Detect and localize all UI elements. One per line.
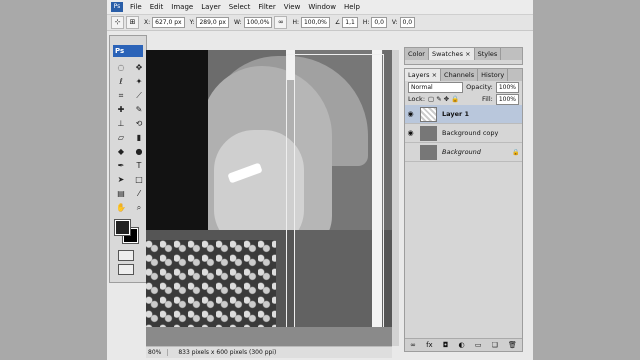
gradient-tool-icon[interactable]: ▮	[132, 132, 146, 143]
lock-icons[interactable]: ▢ ✎ ✥ 🔒	[428, 95, 459, 103]
tab-color[interactable]: Color	[405, 48, 429, 60]
notes-tool-icon[interactable]: ▤	[114, 188, 128, 199]
h-label: H:	[292, 19, 299, 26]
tab-styles[interactable]: Styles	[475, 48, 502, 60]
shape-tool-icon[interactable]: □	[132, 174, 146, 185]
app-logo: Ps	[111, 2, 123, 12]
link-icon[interactable]: ∞	[274, 16, 288, 29]
layers-panel-footer: ∞ fx ◘ ◐ ▭ ❏ 🗑	[405, 338, 522, 351]
menu-file[interactable]: File	[126, 3, 146, 11]
new-layer-icon[interactable]: ❏	[492, 339, 498, 351]
trash-icon[interactable]: 🗑	[508, 339, 517, 351]
pen-tool-icon[interactable]: ✒	[114, 160, 128, 171]
color-panel: Color Swatches × Styles	[404, 47, 523, 65]
toolbox-logo: Ps	[113, 45, 143, 57]
x-field[interactable]: 627,0 px	[152, 17, 185, 28]
eraser-tool-icon[interactable]: ▱	[114, 132, 128, 143]
layers-panel: Layers × Channels History Normal Opacity…	[404, 68, 523, 352]
quick-mask-icon[interactable]	[118, 250, 134, 261]
vskew-field[interactable]: 0,0	[399, 17, 416, 28]
menu-layer[interactable]: Layer	[197, 3, 225, 11]
eyedropper-icon[interactable]: ⁄	[132, 188, 146, 199]
menu-help[interactable]: Help	[340, 3, 364, 11]
move-tool-icon[interactable]: ✥	[132, 62, 146, 73]
tab-history[interactable]: History	[478, 69, 509, 81]
tab-layers[interactable]: Layers ×	[405, 69, 442, 81]
menu-image[interactable]: Image	[167, 3, 197, 11]
menu-window[interactable]: Window	[304, 3, 340, 11]
menu-filter[interactable]: Filter	[254, 3, 279, 11]
marquee-tool-icon[interactable]: ◌	[114, 62, 128, 73]
mask-icon[interactable]: ◘	[443, 339, 449, 351]
options-bar: ⊹ ⊞ X: 627,0 px Y: 289,0 px W: 100,0% ∞ …	[107, 15, 533, 31]
vskew-label: V:	[391, 19, 398, 26]
blend-mode-select[interactable]: Normal	[408, 81, 464, 93]
type-tool-icon[interactable]: T	[132, 160, 146, 171]
layer-thumbnail	[420, 125, 437, 141]
zoom-level[interactable]: 80%	[146, 349, 169, 356]
screen-mode-icon[interactable]	[118, 264, 134, 275]
hskew-field[interactable]: 0,0	[371, 17, 387, 28]
zoom-tool-icon[interactable]: ⌕	[132, 202, 146, 213]
transform-bounding-box[interactable]	[286, 54, 384, 327]
slice-tool-icon[interactable]: ⟋	[132, 90, 146, 101]
photo-image	[146, 50, 392, 327]
fill-label: Fill:	[481, 95, 493, 103]
adjustment-icon[interactable]: ◐	[459, 339, 465, 351]
menu-select[interactable]: Select	[225, 3, 255, 11]
clone-stamp-icon[interactable]: ⊥	[114, 118, 128, 129]
blur-tool-icon[interactable]: ◆	[114, 146, 128, 157]
document-canvas[interactable]	[146, 50, 392, 346]
path-select-icon[interactable]: ➤	[114, 174, 128, 185]
magic-wand-icon[interactable]: ✦	[132, 76, 146, 87]
healing-brush-icon[interactable]: ✚	[114, 104, 128, 115]
toolbox: Ps ◌ ✥ ℓ ✦ ⌗ ⟋ ✚ ✎ ⊥ ⟲ ▱ ▮ ◆ ● ✒ T ➤ □ ▤…	[109, 35, 147, 283]
layer-row[interactable]: ◉ Layer 1	[405, 105, 522, 124]
opacity-label: Opacity:	[466, 83, 493, 91]
y-field[interactable]: 289,0 px	[196, 17, 229, 28]
tab-swatches[interactable]: Swatches ×	[428, 48, 475, 60]
document-info: 833 pixels x 600 pixels (300 ppi)	[178, 349, 277, 356]
layer-thumbnail	[420, 144, 437, 160]
eye-icon[interactable]: ◉	[405, 110, 416, 118]
crop-tool-icon[interactable]: ⌗	[114, 90, 128, 101]
folder-icon[interactable]: ▭	[475, 339, 482, 351]
hskew-label: H:	[362, 19, 370, 26]
eye-icon[interactable]: ◉	[405, 129, 416, 137]
layer-name: Background	[442, 148, 481, 156]
fx-icon[interactable]: fx	[426, 339, 433, 351]
opacity-field[interactable]: 100%	[495, 81, 519, 93]
height-field[interactable]: 100,0%	[300, 17, 330, 28]
vertical-scrollbar[interactable]	[392, 50, 399, 346]
rotate-icon: ∠	[334, 19, 341, 26]
width-field[interactable]: 100,0%	[243, 17, 273, 28]
menu-edit[interactable]: Edit	[146, 3, 168, 11]
fill-field[interactable]: 100%	[495, 93, 519, 105]
hand-tool-icon[interactable]: ✋	[114, 202, 128, 213]
link-layers-icon[interactable]: ∞	[410, 339, 416, 351]
layer-name: Layer 1	[442, 110, 469, 118]
brush-tool-icon[interactable]: ✎	[132, 104, 146, 115]
layer-thumbnail	[420, 106, 437, 122]
menu-view[interactable]: View	[280, 3, 305, 11]
y-label: Y:	[189, 19, 195, 26]
foreground-color-swatch[interactable]	[114, 219, 131, 236]
menu-bar: Ps File Edit Image Layer Select Filter V…	[107, 0, 533, 15]
dodge-tool-icon[interactable]: ●	[132, 146, 146, 157]
lock-icon: 🔒	[512, 148, 520, 156]
x-label: X:	[144, 19, 151, 26]
rotate-field[interactable]: 1,1	[342, 17, 358, 28]
lasso-tool-icon[interactable]: ℓ	[114, 76, 128, 87]
status-bar: 80% 833 pixels x 600 pixels (300 ppi)	[146, 346, 392, 358]
w-label: W:	[233, 19, 242, 26]
tool-preset-icon[interactable]: ⊹	[111, 16, 124, 29]
reference-point-icon[interactable]: ⊞	[126, 16, 139, 29]
layer-row[interactable]: Background 🔒	[405, 143, 522, 162]
lock-label: Lock:	[408, 95, 426, 103]
layer-name: Background copy	[442, 129, 499, 137]
tab-channels[interactable]: Channels	[441, 69, 479, 81]
layer-row[interactable]: ◉ Background copy	[405, 124, 522, 143]
history-brush-icon[interactable]: ⟲	[132, 118, 146, 129]
